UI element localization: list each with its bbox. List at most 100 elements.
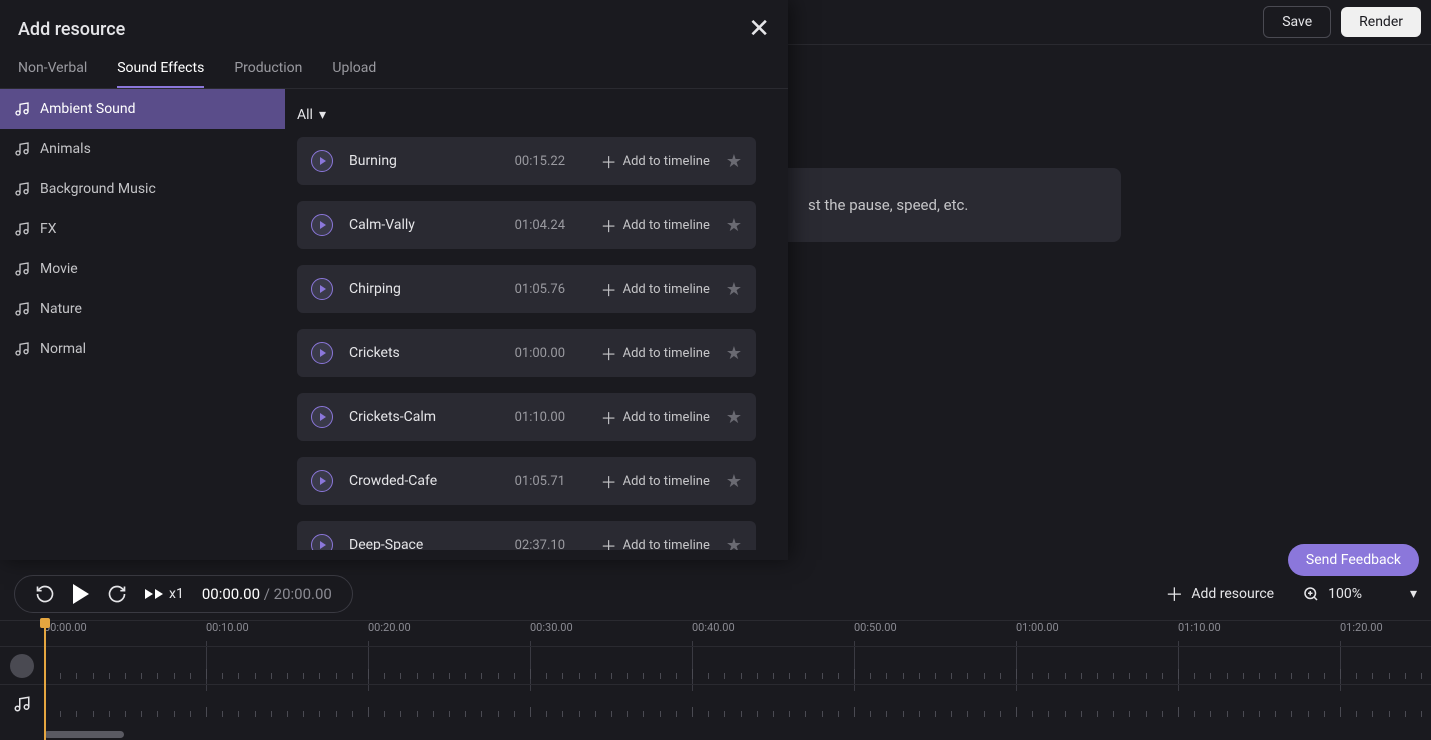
favorite-button[interactable]: ★ (726, 535, 742, 551)
sound-name: Calm-Vally (349, 217, 499, 233)
filter-label: All (297, 107, 313, 123)
sidebar-item-label: Normal (40, 341, 86, 357)
play-sound-button[interactable] (311, 278, 333, 300)
star-icon: ★ (726, 471, 742, 492)
sidebar-item-movie[interactable]: Movie (0, 249, 285, 289)
timeline-ruler[interactable]: 00:00.0000:10.0000:20.0000:30.0000:40.00… (0, 620, 1431, 646)
transport-right: ＋ Add resource 100% ▾ (1165, 581, 1417, 607)
sidebar-item-fx[interactable]: FX (0, 209, 285, 249)
zoom-icon (1302, 585, 1320, 603)
speed-label: x1 (169, 586, 184, 602)
music-icon (14, 261, 30, 277)
tab-upload[interactable]: Upload (332, 50, 376, 88)
sidebar-item-ambient-sound[interactable]: Ambient Sound (0, 89, 285, 129)
save-button[interactable]: Save (1263, 6, 1331, 38)
modal-title: Add resource (18, 19, 125, 40)
play-sound-button[interactable] (311, 342, 333, 364)
sidebar-item-normal[interactable]: Normal (0, 329, 285, 369)
favorite-button[interactable]: ★ (726, 279, 742, 300)
plus-icon: ＋ (601, 213, 617, 237)
star-icon: ★ (726, 151, 742, 172)
favorite-button[interactable]: ★ (726, 151, 742, 172)
time-mark: 00:50.00 (854, 621, 897, 634)
sound-duration: 01:05.76 (515, 282, 585, 297)
hint-text: st the pause, speed, etc. (808, 196, 968, 214)
play-icon (320, 413, 326, 421)
sidebar-item-label: Movie (40, 261, 78, 277)
sound-duration: 01:05.71 (515, 474, 585, 489)
add-resource-button[interactable]: ＋ Add resource (1165, 581, 1274, 607)
time-display: 00:00.00 / 20:00.00 (202, 585, 332, 603)
add-to-timeline-button[interactable]: ＋ Add to timeline (601, 277, 710, 301)
timeline-scroll-thumb[interactable] (44, 731, 124, 738)
time-mark: 01:20.00 (1340, 621, 1383, 634)
tab-non-verbal[interactable]: Non-Verbal (18, 50, 87, 88)
sidebar-item-nature[interactable]: Nature (0, 289, 285, 329)
sound-name: Chirping (349, 281, 499, 297)
sound-name: Deep-Space (349, 537, 499, 550)
voice-track[interactable] (0, 646, 1431, 684)
sound-item: Deep-Space 02:37.10 ＋Add to timeline ★ (297, 521, 756, 550)
time-mark: 00:00.00 (44, 621, 87, 634)
forward-15-button[interactable] (107, 584, 127, 604)
play-sound-button[interactable] (311, 534, 333, 550)
playhead[interactable] (44, 620, 46, 740)
modal-header: Add resource ✕ (0, 0, 788, 50)
add-to-timeline-button[interactable]: ＋Add to timeline (601, 405, 710, 429)
sidebar-item-animals[interactable]: Animals (0, 129, 285, 169)
chevron-down-icon: ▾ (1410, 586, 1417, 602)
sidebar-item-label: Nature (40, 301, 82, 317)
music-icon (14, 101, 30, 117)
add-to-timeline-button[interactable]: ＋Add to timeline (601, 533, 710, 550)
time-mark: 00:20.00 (368, 621, 411, 634)
add-to-timeline-button[interactable]: ＋Add to timeline (601, 149, 710, 173)
sidebar-item-background-music[interactable]: Background Music (0, 169, 285, 209)
speed-control[interactable]: x1 (145, 586, 184, 602)
zoom-control[interactable]: 100% ▾ (1302, 585, 1417, 603)
zoom-value: 100% (1328, 586, 1362, 602)
sound-name: Crickets-Calm (349, 409, 499, 425)
music-track[interactable] (0, 684, 1431, 722)
forward-icon (107, 584, 127, 604)
close-button[interactable]: ✕ (748, 16, 770, 42)
plus-icon: ＋ (601, 277, 617, 301)
transport-bar: x1 00:00.00 / 20:00.00 ＋ Add resource 10… (0, 568, 1431, 620)
tab-production[interactable]: Production (234, 50, 302, 88)
add-to-timeline-label: Add to timeline (623, 154, 710, 169)
sound-item: Chirping 01:05.76 ＋ Add to timeline ★ (297, 265, 756, 313)
sidebar-item-label: Animals (40, 141, 91, 157)
play-sound-button[interactable] (311, 150, 333, 172)
play-icon (320, 477, 326, 485)
sound-duration: 02:37.10 (515, 538, 585, 551)
time-mark: 00:10.00 (206, 621, 249, 634)
rewind-15-button[interactable] (35, 584, 55, 604)
favorite-button[interactable]: ★ (726, 407, 742, 428)
modal-body: Ambient Sound Animals Background MusicFX Mo… (0, 89, 788, 560)
add-to-timeline-label: Add to timeline (623, 282, 710, 297)
time-mark: 01:00.00 (1016, 621, 1059, 634)
add-to-timeline-label: Add to timeline (623, 538, 710, 551)
avatar-icon (10, 654, 34, 678)
play-sound-button[interactable] (311, 214, 333, 236)
filter-dropdown[interactable]: All ▾ (297, 107, 776, 123)
sound-duration: 00:15.22 (515, 154, 585, 169)
sound-list: Burning00:15.22＋Add to timeline★Calm-Val… (297, 137, 776, 550)
play-button[interactable] (73, 584, 89, 604)
favorite-button[interactable]: ★ (726, 343, 742, 364)
add-to-timeline-button[interactable]: ＋Add to timeline (601, 469, 710, 493)
favorite-button[interactable]: ★ (726, 471, 742, 492)
play-sound-button[interactable] (311, 470, 333, 492)
add-to-timeline-button[interactable]: ＋Add to timeline (601, 213, 710, 237)
tab-sound-effects[interactable]: Sound Effects (117, 50, 204, 88)
star-icon: ★ (726, 215, 742, 236)
favorite-button[interactable]: ★ (726, 215, 742, 236)
play-sound-button[interactable] (311, 406, 333, 428)
render-button[interactable]: Render (1341, 7, 1421, 37)
time-current: 00:00.00 (202, 585, 260, 603)
play-icon (320, 221, 326, 229)
plus-icon: ＋ (601, 341, 617, 365)
add-to-timeline-label: Add to timeline (623, 346, 710, 361)
add-to-timeline-label: Add to timeline (623, 474, 710, 489)
add-to-timeline-button[interactable]: ＋ Add to timeline (601, 341, 710, 365)
music-icon (14, 141, 30, 157)
